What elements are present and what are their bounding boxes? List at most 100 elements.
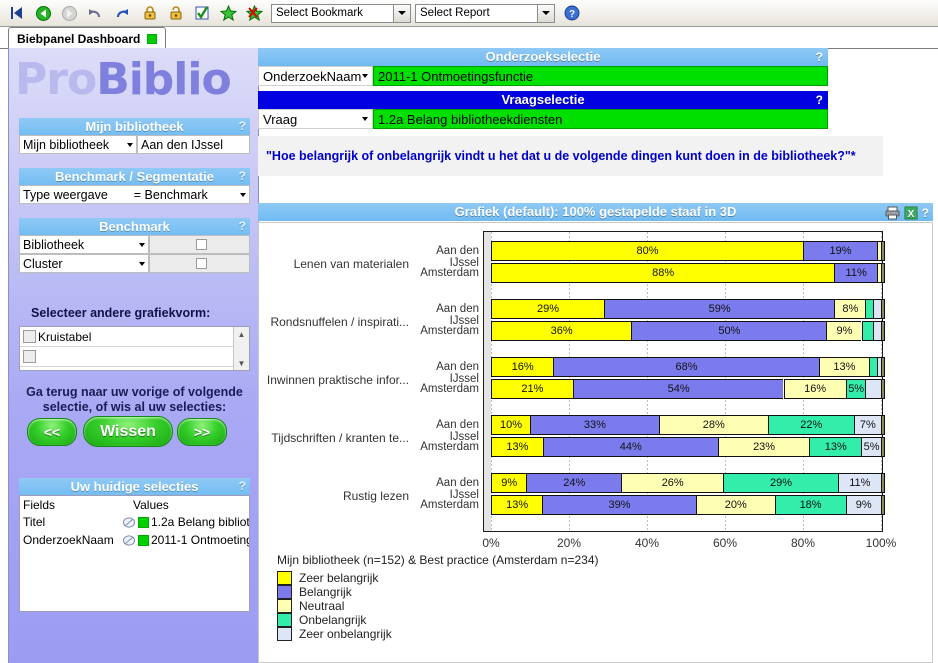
forward-icon[interactable] xyxy=(56,2,82,24)
chart-bar-segment[interactable]: 23% xyxy=(717,437,810,457)
chart-bar-segment[interactable]: 9% xyxy=(826,321,862,341)
back-icon[interactable] xyxy=(30,2,56,24)
chart-bar[interactable]: 80% 19% xyxy=(491,241,885,261)
unlock-icon[interactable] xyxy=(163,2,189,24)
chart-bar-segment[interactable] xyxy=(873,299,881,319)
first-page-icon[interactable] xyxy=(4,2,30,24)
legend-item[interactable]: Belangrijk xyxy=(277,584,392,599)
research-value[interactable]: 2011-1 Ontmoetingsfunctie xyxy=(373,66,828,86)
legend-item[interactable]: Zeer belangrijk xyxy=(277,570,392,585)
chart-bar-segment[interactable]: 80% xyxy=(491,241,803,261)
chart-bar[interactable]: 21% 54% 16% 5% xyxy=(491,379,885,399)
legend-item[interactable]: Zeer onbelangrijk xyxy=(277,626,392,641)
question-field-select[interactable]: Vraag xyxy=(258,109,373,129)
list-item[interactable]: Kruistabel xyxy=(20,327,233,347)
remove-bookmark-icon[interactable] xyxy=(241,2,267,24)
chart-bar-segment[interactable]: 16% xyxy=(783,379,846,399)
chart-bar-segment[interactable]: 13% xyxy=(818,357,870,377)
help-icon[interactable]: ? xyxy=(816,48,823,66)
chart-bar-segment[interactable]: 20% xyxy=(695,495,775,515)
chevron-down-icon[interactable] xyxy=(393,4,410,22)
research-field-select[interactable]: OnderzoekNaam xyxy=(258,66,373,86)
chart-bar[interactable]: 13% 39% 20% 18% 9% xyxy=(491,495,885,515)
chart-bar-segment[interactable]: 11% xyxy=(834,263,878,283)
add-bookmark-icon[interactable] xyxy=(215,2,241,24)
scroll-up-icon[interactable]: ▲ xyxy=(234,327,249,341)
chart-bar[interactable]: 88% 11% xyxy=(491,263,885,283)
chevron-down-icon[interactable] xyxy=(127,142,133,147)
chart-bar-segment[interactable]: 21% xyxy=(491,379,573,399)
tab-biebpanel-dashboard[interactable]: Biebpanel Dashboard xyxy=(8,27,167,49)
chart-bar[interactable]: 10% 33% 28% 22% 7% xyxy=(491,415,885,435)
help-icon[interactable]: ? xyxy=(816,91,823,109)
report-select[interactable]: Select Report xyxy=(415,3,555,23)
chart-bar-segment[interactable]: 39% xyxy=(542,495,696,515)
lock-icon[interactable] xyxy=(137,2,163,24)
checkbox-icon[interactable] xyxy=(195,258,207,269)
help-icon[interactable]: ? xyxy=(922,204,929,222)
chart-bar[interactable]: 36% 50% 9% xyxy=(491,321,885,341)
chart-bar-segment[interactable]: 44% xyxy=(542,437,718,457)
chart-bar-segment[interactable]: 68% xyxy=(553,357,819,377)
excel-export-icon[interactable]: X xyxy=(904,206,918,220)
chart-bar-segment[interactable]: 16% xyxy=(491,357,554,377)
table-row[interactable]: Titel 1.2a Belang bibliotheekd xyxy=(20,513,249,531)
chart-bar-segment[interactable] xyxy=(865,299,874,319)
chart-bar-segment[interactable]: 29% xyxy=(723,473,838,493)
my-library-field-select[interactable]: Mijn bibliotheek xyxy=(19,135,137,154)
chart-bar-segment[interactable]: 13% xyxy=(809,437,862,457)
bookmark-select[interactable]: Select Bookmark xyxy=(271,3,411,23)
chart-bar-segment[interactable]: 88% xyxy=(491,263,835,283)
help-icon[interactable]: ? xyxy=(239,478,246,495)
chart-bar-segment[interactable] xyxy=(865,379,881,399)
chart-bar-segment[interactable]: 18% xyxy=(774,495,846,515)
chart-bar-segment[interactable]: 9% xyxy=(491,473,527,493)
back-button[interactable]: << xyxy=(27,418,77,446)
benchmark-cluster-checkbox-cell[interactable] xyxy=(149,254,250,273)
undo-icon[interactable] xyxy=(82,2,108,24)
list-item[interactable] xyxy=(20,347,233,367)
legend-item[interactable]: Onbelangrijk xyxy=(277,612,392,627)
scroll-down-icon[interactable]: ▼ xyxy=(234,356,249,370)
chevron-down-icon[interactable] xyxy=(240,192,246,197)
chevron-down-icon[interactable] xyxy=(362,74,368,78)
legend-item[interactable]: Neutraal xyxy=(277,598,392,613)
redo-icon[interactable] xyxy=(108,2,134,24)
forward-button[interactable]: >> xyxy=(177,418,227,446)
chart-bar[interactable]: 13% 44% 23% 13% 5% xyxy=(491,437,885,457)
type-weergave-select[interactable]: Type weergave = Benchmark xyxy=(19,185,250,204)
selection-row-icons[interactable] xyxy=(123,534,151,546)
printer-icon[interactable] xyxy=(885,206,900,220)
chevron-down-icon[interactable] xyxy=(537,4,554,22)
chart-bar-segment[interactable]: 33% xyxy=(530,415,659,435)
chart-bar-segment[interactable]: 28% xyxy=(658,415,768,435)
checkbox-icon[interactable] xyxy=(23,330,36,343)
chart-bar-segment[interactable]: 9% xyxy=(845,495,881,515)
chart-bar-segment[interactable]: 54% xyxy=(572,379,784,399)
help-icon[interactable]: ? xyxy=(239,218,246,235)
chart-bar-segment[interactable]: 13% xyxy=(491,495,543,515)
chart-bar[interactable]: 9% 24% 26% 29% 11% xyxy=(491,473,885,493)
question-value[interactable]: 1.2a Belang bibliotheekdiensten xyxy=(373,109,828,129)
clear-selections-button[interactable]: Wissen xyxy=(83,416,173,447)
chart-bar-segment[interactable]: 5% xyxy=(861,437,881,457)
checkbox-icon[interactable] xyxy=(23,350,36,363)
chart-bar-segment[interactable]: 24% xyxy=(526,473,621,493)
chart-bar-segment[interactable]: 13% xyxy=(491,437,543,457)
help-icon[interactable]: ? xyxy=(559,2,585,24)
chart-bar[interactable]: 16% 68% 13% xyxy=(491,357,885,377)
chart-bar-segment[interactable]: 10% xyxy=(491,415,530,435)
chart-bar-segment[interactable]: 50% xyxy=(631,321,827,341)
checkbox-icon[interactable] xyxy=(195,239,207,250)
benchmark-cluster-select[interactable]: Cluster xyxy=(19,254,149,273)
chart-bar-segment[interactable] xyxy=(861,321,874,341)
help-icon[interactable]: ? xyxy=(239,118,246,135)
chart-bar-segment[interactable]: 8% xyxy=(834,299,866,319)
selection-row-icons[interactable] xyxy=(123,516,151,528)
chart-bar-segment[interactable]: 11% xyxy=(837,473,881,493)
chart-bar-segment[interactable]: 36% xyxy=(491,321,632,341)
chevron-down-icon[interactable] xyxy=(362,117,368,121)
chart-bar-segment[interactable]: 59% xyxy=(604,299,835,319)
benchmark-bibliotheek-checkbox-cell[interactable] xyxy=(149,235,250,254)
chart-bar-segment[interactable]: 7% xyxy=(853,415,881,435)
